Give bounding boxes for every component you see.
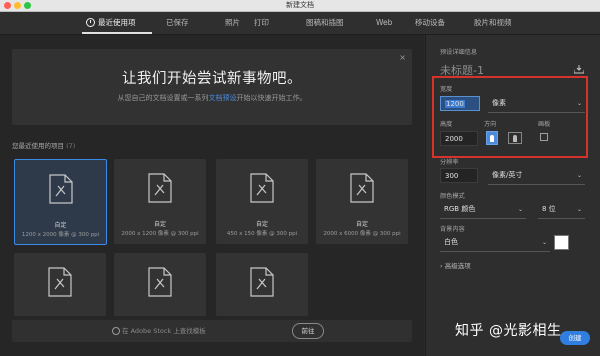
active-tab-indicator xyxy=(82,32,152,34)
advanced-options-label: 高级选项 xyxy=(444,262,471,270)
window-title: 新建文档 xyxy=(286,1,314,9)
preset-details-panel: 预设详细信息 未标题-1 宽度 1200 像素 ⌄ 高度 方向 画板 2000 分… xyxy=(425,35,600,356)
stock-search-bar: 前往 xyxy=(12,320,412,342)
recent-item-name: 自定 xyxy=(54,222,67,229)
width-unit-value: 像素 xyxy=(492,99,506,107)
background-value: 白色 xyxy=(444,238,458,246)
divider xyxy=(440,251,550,252)
landscape-icon xyxy=(513,135,517,142)
divider xyxy=(440,218,526,219)
recent-item-card[interactable]: 自定 1200 x 2000 像素 @ 300 ppi xyxy=(14,159,107,245)
recent-item-card[interactable]: 自定 450 x 150 像素 @ 300 ppi xyxy=(216,159,308,244)
document-icon xyxy=(49,174,73,204)
recent-item-size: 2000 x 1200 像素 @ 300 ppi xyxy=(121,231,199,237)
document-icon xyxy=(48,267,72,297)
chevron-down-icon: ⌄ xyxy=(517,206,523,213)
width-field[interactable]: 1200 xyxy=(440,96,480,111)
document-title[interactable]: 未标题-1 xyxy=(440,62,484,78)
background-select[interactable]: 白色 ⌄ xyxy=(440,235,550,250)
tab-mobile[interactable]: 移动设备 xyxy=(415,12,445,34)
background-color-swatch[interactable] xyxy=(554,235,569,250)
divider xyxy=(488,184,585,185)
advanced-options-toggle[interactable]: › 高级选项 xyxy=(440,260,471,270)
portrait-icon xyxy=(490,135,494,142)
tab-web[interactable]: Web xyxy=(376,12,392,34)
chevron-down-icon: ⌄ xyxy=(576,100,582,107)
resolution-value: 300 xyxy=(445,172,459,180)
recent-items-heading: 您最近使用的项目 (7) xyxy=(12,140,75,150)
recent-items-label: 您最近使用的项目 xyxy=(12,142,64,150)
banner-title: 让我们开始尝试新事物吧。 xyxy=(122,71,302,87)
recent-items-count: (7) xyxy=(66,142,76,150)
create-button[interactable]: 创建 xyxy=(560,331,590,345)
document-presets-link[interactable]: 文档预设 xyxy=(209,94,237,102)
stock-go-button[interactable]: 前往 xyxy=(292,323,324,339)
color-mode-label: 颜色模式 xyxy=(440,193,465,200)
tab-print[interactable]: 打印 xyxy=(254,12,269,34)
artboard-label: 画板 xyxy=(538,121,551,128)
divider xyxy=(488,112,585,113)
recent-item-name: 自定 xyxy=(153,221,166,228)
recent-item-size: 2000 x 6000 像素 @ 300 ppi xyxy=(323,231,401,237)
resolution-unit-select[interactable]: 像素/英寸 ⌄ xyxy=(488,168,585,183)
banner-subtitle-text-end: 开始以快速开始工作。 xyxy=(236,94,307,102)
width-value: 1200 xyxy=(445,100,465,108)
recent-item-name: 自定 xyxy=(255,221,268,228)
document-icon xyxy=(148,267,172,297)
chevron-down-icon: ⌄ xyxy=(576,172,582,179)
recent-item-size: 1200 x 2000 像素 @ 300 ppi xyxy=(21,232,100,238)
recent-item-card[interactable]: 自定 2000 x 1200 像素 @ 300 ppi xyxy=(114,159,206,244)
portrait-orientation-button[interactable] xyxy=(486,131,498,145)
width-unit-select[interactable]: 像素 ⌄ xyxy=(488,96,585,111)
save-preset-icon[interactable] xyxy=(574,65,584,74)
title-bar: 新建文档 xyxy=(0,0,600,12)
main-area: × 让我们开始尝试新事物吧。 从您自己的文档设置或一系列文档预设开始以快速开始工… xyxy=(0,35,424,356)
recent-item-size: 450 x 150 像素 @ 300 ppi xyxy=(226,231,298,237)
document-icon xyxy=(250,267,274,297)
document-icon xyxy=(250,173,274,203)
height-value: 2000 xyxy=(445,135,463,143)
resolution-field[interactable]: 300 xyxy=(440,168,478,183)
watermark: 知乎 @光影相生 xyxy=(455,323,562,339)
color-mode-value: RGB 颜色 xyxy=(444,205,476,213)
resolution-unit-value: 像素/英寸 xyxy=(492,171,523,179)
tab-recent-label: 最近使用项 xyxy=(98,18,136,27)
stock-search-input[interactable] xyxy=(110,325,292,337)
color-mode-select[interactable]: RGB 颜色 ⌄ xyxy=(440,202,526,217)
welcome-banner: × 让我们开始尝试新事物吧。 从您自己的文档设置或一系列文档预设开始以快速开始工… xyxy=(12,49,412,125)
banner-subtitle-text: 从您自己的文档设置或一系列 xyxy=(117,94,209,102)
chevron-down-icon: ⌄ xyxy=(576,206,582,213)
document-icon xyxy=(350,173,374,203)
width-label: 宽度 xyxy=(440,86,453,93)
background-label: 背景内容 xyxy=(440,226,465,233)
resolution-label: 分辨率 xyxy=(440,159,459,166)
chevron-down-icon: ⌄ xyxy=(541,239,547,246)
panel-header: 预设详细信息 xyxy=(440,49,478,56)
tab-photo[interactable]: 照片 xyxy=(225,12,240,34)
banner-subtitle: 从您自己的文档设置或一系列文档预设开始以快速开始工作。 xyxy=(12,93,412,103)
bit-depth-value: 8 位 xyxy=(542,205,556,213)
divider xyxy=(538,218,585,219)
banner-close-icon[interactable]: × xyxy=(399,53,406,62)
bit-depth-select[interactable]: 8 位 ⌄ xyxy=(538,202,585,217)
document-icon xyxy=(148,173,172,203)
recent-item-card[interactable] xyxy=(114,253,206,316)
recent-item-card[interactable] xyxy=(216,253,308,316)
recent-item-card[interactable]: 自定 2000 x 6000 像素 @ 300 ppi xyxy=(316,159,408,244)
clock-icon xyxy=(86,18,95,27)
orientation-label: 方向 xyxy=(484,121,497,128)
tab-recent[interactable]: 最近使用项 xyxy=(86,12,136,34)
category-tab-bar: 最近使用项 已保存 照片 打印 图稿和插图 Web 移动设备 胶片和视频 xyxy=(0,12,600,35)
landscape-orientation-button[interactable] xyxy=(508,132,522,144)
tab-art-illustration[interactable]: 图稿和插图 xyxy=(306,12,344,34)
artboard-checkbox[interactable] xyxy=(540,133,548,141)
recent-item-name: 自定 xyxy=(355,221,368,228)
tab-film-video[interactable]: 胶片和视频 xyxy=(474,12,512,34)
height-field[interactable]: 2000 xyxy=(440,131,478,146)
tab-saved[interactable]: 已保存 xyxy=(166,12,189,34)
chevron-right-icon: › xyxy=(440,262,443,270)
recent-item-card[interactable] xyxy=(14,253,106,316)
height-label: 高度 xyxy=(440,121,453,128)
